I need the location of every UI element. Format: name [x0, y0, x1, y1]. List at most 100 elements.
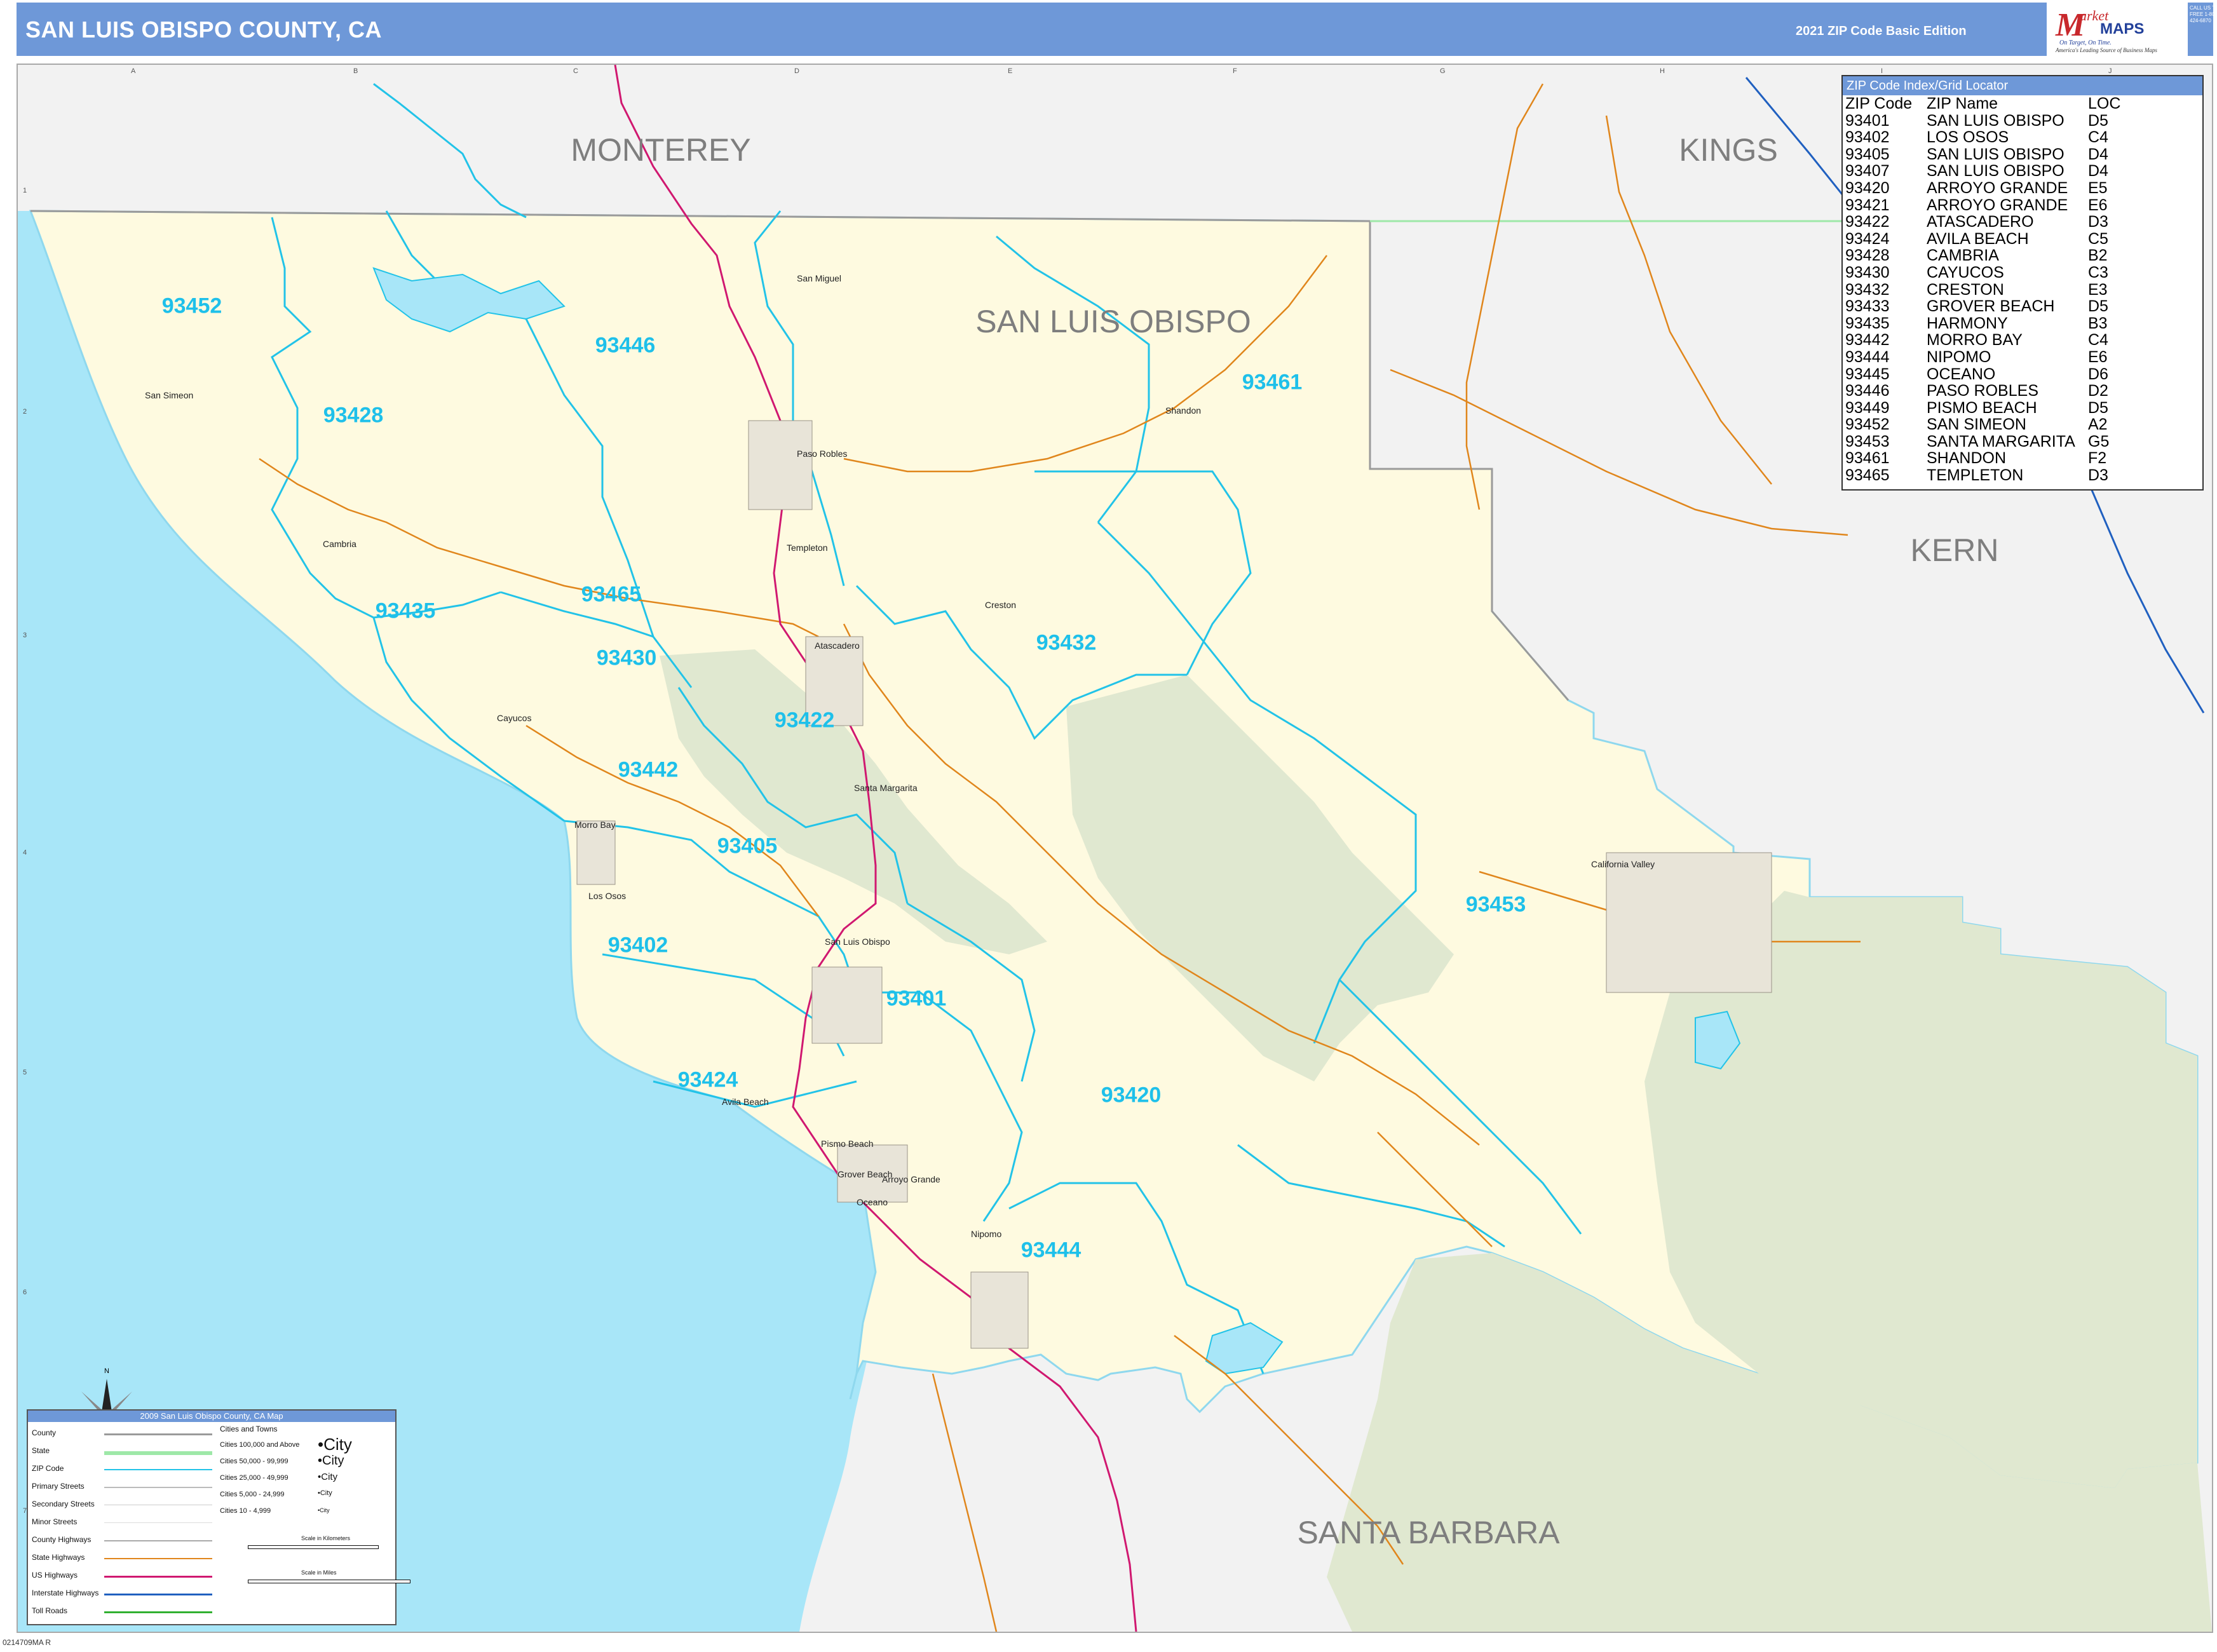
zip-name-cell: CAYUCOS	[1927, 263, 2004, 281]
city-label-morro-bay: Morro Bay	[574, 820, 616, 830]
zip-index-row: 93452 SAN SIMEON A2	[1845, 416, 2139, 433]
city-label-creston: Creston	[985, 600, 1017, 610]
legend-county-hwy-line	[104, 1540, 212, 1541]
zip-label-93444: 93444	[1020, 1238, 1081, 1263]
county-label-kings: KINGS	[1679, 132, 1778, 168]
city-label-shandon: Shandon	[1165, 405, 1202, 416]
legend-city-sample-4: •City	[318, 1489, 332, 1497]
loc-cell: C5	[2088, 229, 2108, 248]
zip-label-93428: 93428	[323, 403, 384, 428]
zip-index-row: 93424 AVILA BEACH C5	[1845, 231, 2139, 248]
zip-index-row: 93402 LOS OSOS C4	[1845, 129, 2139, 146]
loc-cell: D4	[2088, 162, 2108, 180]
zip-label-93405: 93405	[717, 834, 778, 858]
legend-panel: 2009 San Luis Obispo County, CA Map Coun…	[27, 1409, 410, 1625]
loc-cell: C3	[2088, 263, 2108, 281]
zip-index-row: 93444 NIPOMO E6	[1845, 349, 2139, 366]
zip-index-row: 93446 PASO ROBLES D2	[1845, 383, 2139, 400]
loc-cell: F2	[2088, 449, 2107, 468]
zip-code-cell: 93442	[1845, 331, 1890, 349]
city-label-paso-robles: Paso Robles	[797, 449, 848, 459]
loc-cell: D5	[2088, 398, 2108, 417]
legend-minor: Minor Streets	[32, 1517, 78, 1526]
city-label-avila-beach: Avila Beach	[722, 1097, 769, 1107]
zip-index-row: 93401 SAN LUIS OBISPO D5	[1845, 112, 2139, 130]
loc-cell: E6	[2088, 196, 2108, 214]
scale-km-bar	[248, 1545, 379, 1549]
legend-city-row-4: Cities 5,000 - 24,999	[220, 1491, 285, 1498]
zip-name-cell: SAN LUIS OBISPO	[1927, 145, 2064, 163]
zip-index-row: 93445 OCEANO D6	[1845, 365, 2139, 383]
zip-name-cell: SAN LUIS OBISPO	[1927, 162, 2064, 180]
zip-index-row: 93430 CAYUCOS C3	[1845, 264, 2139, 281]
zip-label-93465: 93465	[581, 582, 642, 607]
zip-label-93430: 93430	[596, 646, 657, 670]
legend-title: 2009 San Luis Obispo County, CA Map	[28, 1411, 395, 1422]
zip-label-93453: 93453	[1465, 892, 1526, 917]
loc-cell: B3	[2088, 314, 2108, 332]
city-label-cambria: Cambria	[323, 539, 356, 549]
loc-cell: D4	[2088, 145, 2108, 163]
zip-index-header-row: ZIP Code ZIP Name LOC	[1845, 95, 2139, 112]
legend-state-hwy-line	[104, 1558, 212, 1559]
zip-name-cell: GROVER BEACH	[1927, 297, 2055, 316]
legend-city-sample-3: •City	[318, 1472, 338, 1482]
zip-index-row: 93465 TEMPLETON D3	[1845, 467, 2139, 484]
legend-state: State	[32, 1446, 50, 1455]
footer-code: 0214709MA R	[3, 1638, 51, 1647]
zip-index-row: 93407 SAN LUIS OBISPO D4	[1845, 163, 2139, 180]
loc-cell: A2	[2088, 416, 2108, 434]
grid-letter-c: C	[573, 67, 578, 75]
zip-name-cell: OCEANO	[1927, 365, 1996, 383]
zip-index-row: 93449 PISMO BEACH D5	[1845, 400, 2139, 417]
zip-name-cell: SAN SIMEON	[1927, 416, 2026, 434]
zip-code-cell: 93430	[1845, 263, 1890, 281]
zip-code-cell: 93428	[1845, 247, 1890, 265]
market-maps-logo: M arket MAPS On Target, On Time. America…	[2047, 3, 2188, 56]
grid-letter-g: G	[1440, 67, 1446, 75]
zip-code-cell: 93444	[1845, 348, 1890, 366]
zip-label-93422: 93422	[774, 708, 835, 733]
city-label-san-simeon: San Simeon	[145, 390, 194, 400]
legend-city-sample-2: •City	[318, 1454, 344, 1468]
legend-city-sample-1: •City	[318, 1435, 352, 1454]
zip-name-cell: ARROYO GRANDE	[1927, 179, 2068, 197]
legend-us-hwy-line	[104, 1576, 212, 1578]
city-label-santa-margarita: Santa Margarita	[854, 783, 918, 793]
loc-cell: E6	[2088, 348, 2108, 366]
zip-label-93420: 93420	[1101, 1083, 1162, 1107]
zip-name-cell: HARMONY	[1927, 314, 2008, 332]
compass-n: N	[104, 1367, 109, 1375]
zip-index-row: 93405 SAN LUIS OBISPO D4	[1845, 146, 2139, 163]
zip-label-93442: 93442	[618, 757, 679, 782]
zip-code-cell: 93407	[1845, 162, 1890, 180]
zip-name-cell: ATASCADERO	[1927, 213, 2034, 231]
county-label-santa-barbara: SANTA BARBARA	[1297, 1515, 1560, 1550]
grid-number-2: 2	[23, 408, 27, 416]
grid-letter-e: E	[1008, 67, 1013, 75]
grid-number-3: 3	[23, 632, 27, 639]
legend-zip-line	[104, 1469, 212, 1470]
scale-km-label: Scale in Kilometers	[301, 1535, 351, 1541]
county-label-kern: KERN	[1910, 532, 1999, 568]
zip-name-cell: PISMO BEACH	[1927, 398, 2037, 417]
loc-cell: E3	[2088, 280, 2108, 299]
loc-cell: E5	[2088, 179, 2108, 197]
zip-code-cell: 93446	[1845, 382, 1890, 400]
zip-code-cell: 93420	[1845, 179, 1890, 197]
legend-us-hwy: US Highways	[32, 1571, 78, 1580]
zip-name-cell: CAMBRIA	[1927, 247, 1999, 265]
loc-cell: B2	[2088, 247, 2108, 265]
legend-county: County	[32, 1428, 57, 1437]
city-label-nipomo: Nipomo	[971, 1229, 1002, 1239]
zip-index-panel: ZIP Code Index/Grid Locator ZIP Code ZIP…	[1841, 75, 2204, 491]
city-label-pismo-beach: Pismo Beach	[821, 1139, 874, 1149]
map-title: SAN LUIS OBISPO COUNTY, CA	[25, 17, 383, 43]
zip-label-93452: 93452	[161, 294, 222, 318]
scale-mi-bar	[248, 1580, 410, 1583]
logo-tagline-2: America's Leading Source of Business Map…	[2056, 47, 2157, 53]
city-label-oceano: Oceano	[857, 1197, 888, 1207]
header-bar: SAN LUIS OBISPO COUNTY, CA 2021 ZIP Code…	[17, 3, 2217, 56]
loc-cell: D3	[2088, 466, 2108, 485]
city-label-templeton: Templeton	[787, 543, 828, 553]
